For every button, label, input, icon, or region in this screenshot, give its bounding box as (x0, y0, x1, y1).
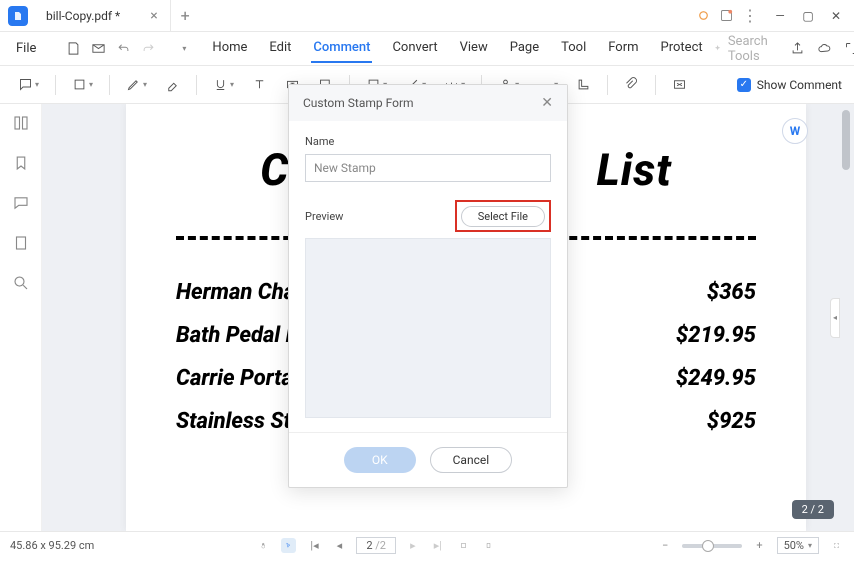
zoom-thumb[interactable] (702, 540, 714, 552)
menu-tabs: Home Edit Comment Convert View Page Tool… (210, 34, 704, 63)
word-badge-icon[interactable]: W (782, 118, 808, 144)
kebab-menu-icon[interactable]: ⋮ (742, 6, 758, 25)
scrollbar[interactable] (842, 110, 850, 170)
redo-icon[interactable] (141, 41, 156, 56)
first-page-icon[interactable]: |◂ (306, 539, 322, 552)
file-menu[interactable]: File (8, 41, 44, 56)
select-file-button[interactable]: Select File (461, 206, 545, 227)
ok-button[interactable]: OK (344, 447, 416, 473)
thumbnails-icon[interactable] (12, 114, 30, 132)
prev-page-icon[interactable]: ◂ (333, 539, 347, 552)
preview-area (305, 238, 551, 418)
notification-icon[interactable] (719, 8, 734, 23)
titlebar: bill-Copy.pdf * × + ⋮ — ▢ ✕ (0, 0, 854, 32)
sparkle-icon[interactable] (696, 8, 711, 23)
attachments-icon[interactable] (12, 234, 30, 252)
zoom-slider[interactable] (682, 544, 742, 548)
fullscreen-icon[interactable] (829, 538, 844, 553)
last-page-icon[interactable]: ▸| (430, 539, 446, 552)
pencil-tool[interactable]: ▾ (120, 73, 153, 96)
checkbox-icon: ✓ (737, 78, 751, 92)
dialog-title: Custom Stamp Form (303, 96, 414, 110)
mail-icon[interactable] (91, 41, 106, 56)
expand-icon[interactable] (844, 41, 854, 56)
select-tool-icon[interactable] (281, 538, 296, 553)
document-tab[interactable]: bill-Copy.pdf * × (34, 0, 171, 31)
search-placeholder: Search Tools (728, 34, 774, 64)
expand-right-handle[interactable]: ◂ (830, 298, 840, 338)
note-tool[interactable]: ▾ (12, 73, 45, 96)
search-tools[interactable]: Search Tools (713, 34, 774, 64)
tab-page[interactable]: Page (508, 34, 541, 63)
zoom-in-icon[interactable]: + (752, 539, 766, 552)
new-tab-button[interactable]: + (171, 6, 200, 25)
custom-stamp-dialog: Custom Stamp Form ✕ Name Preview Select … (288, 84, 568, 488)
eraser-tool[interactable] (159, 73, 186, 96)
cancel-button[interactable]: Cancel (430, 447, 513, 473)
menubar: File ▾ Home Edit Comment Convert View Pa… (0, 32, 854, 66)
app-icon (8, 6, 28, 26)
page-badge: 2 / 2 (792, 500, 834, 519)
close-window-button[interactable]: ✕ (822, 2, 850, 30)
hand-tool-icon[interactable] (256, 538, 271, 553)
underline-tool[interactable]: ▾ (207, 73, 240, 96)
attachment-tool[interactable] (618, 73, 645, 96)
zoom-select[interactable]: 50%▾ (777, 537, 819, 554)
comments-icon[interactable] (12, 194, 30, 212)
save-icon[interactable] (66, 41, 81, 56)
tab-form[interactable]: Form (606, 34, 640, 63)
sparkle2-icon (713, 41, 722, 56)
preview-label: Preview (305, 210, 343, 223)
bookmarks-icon[interactable] (12, 154, 30, 172)
dialog-header: Custom Stamp Form ✕ (289, 85, 567, 121)
show-comment-toggle[interactable]: ✓ Show Comment (737, 78, 842, 92)
tab-view[interactable]: View (458, 34, 490, 63)
cloud-icon[interactable] (817, 41, 832, 56)
statusbar: 45.86 x 95.29 cm |◂ ◂ 2 /2 ▸ ▸| − + 50%▾ (0, 531, 854, 559)
name-label: Name (305, 135, 551, 148)
tab-edit[interactable]: Edit (267, 34, 293, 63)
name-input[interactable] (305, 154, 551, 182)
highlight-tool[interactable]: ▾ (66, 73, 99, 96)
fit-page-icon[interactable] (481, 538, 496, 553)
fit-width-icon[interactable] (456, 538, 471, 553)
close-tab-icon[interactable]: × (150, 8, 157, 24)
zoom-out-icon[interactable]: − (658, 539, 672, 552)
area-tool[interactable] (570, 73, 597, 96)
dialog-close-icon[interactable]: ✕ (541, 95, 553, 111)
maximize-button[interactable]: ▢ (794, 2, 822, 30)
text-tool[interactable] (246, 73, 273, 96)
next-page-icon[interactable]: ▸ (406, 539, 420, 552)
select-file-highlight: Select File (455, 200, 551, 232)
undo-icon[interactable] (116, 41, 131, 56)
tab-comment[interactable]: Comment (311, 34, 372, 63)
tab-title: bill-Copy.pdf * (46, 9, 120, 23)
cursor-coords: 45.86 x 95.29 cm (10, 539, 94, 552)
minimize-button[interactable]: — (766, 2, 794, 30)
left-rail (0, 104, 42, 531)
share-icon[interactable] (790, 41, 805, 56)
tab-protect[interactable]: Protect (659, 34, 705, 63)
tab-tool[interactable]: Tool (559, 34, 588, 63)
tab-home[interactable]: Home (210, 34, 249, 63)
page-input[interactable]: 2 /2 (356, 537, 396, 554)
tab-convert[interactable]: Convert (390, 34, 439, 63)
clear-tool[interactable] (666, 73, 693, 96)
search-icon[interactable] (12, 274, 30, 292)
show-comment-label: Show Comment (757, 78, 842, 92)
